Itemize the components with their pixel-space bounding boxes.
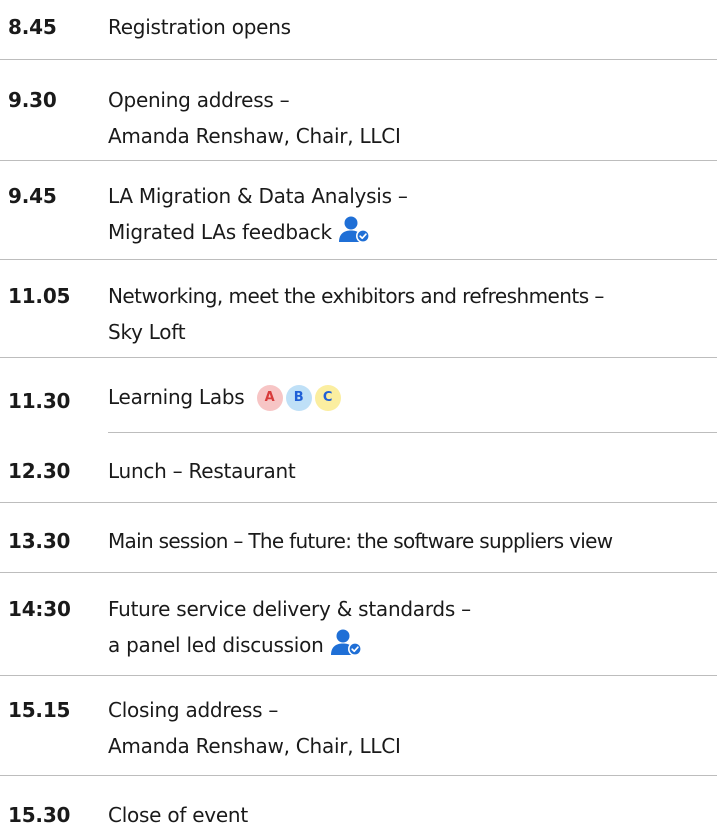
divider	[0, 357, 717, 358]
agenda-line: Learning Labs	[108, 385, 245, 409]
agenda-time: 9.30	[8, 88, 57, 112]
divider	[0, 160, 717, 161]
agenda-time: 11.30	[8, 389, 71, 413]
divider	[0, 775, 717, 776]
agenda-time: 13.30	[8, 529, 71, 553]
agenda-description: Closing address – Amanda Renshaw, Chair,…	[108, 692, 401, 764]
agenda-line: Amanda Renshaw, Chair, LLCI	[108, 124, 401, 148]
divider	[108, 432, 717, 433]
agenda-line: LA Migration & Data Analysis –	[108, 184, 408, 208]
agenda-line: Opening address –	[108, 88, 290, 112]
agenda-line-with-badges: Learning Labs ABC	[108, 379, 341, 415]
agenda-time: 15.30	[8, 803, 71, 827]
agenda-line: Main session – The future: the software …	[108, 529, 613, 553]
event-agenda: 8.45 Registration opens 9.30 Opening add…	[0, 0, 717, 827]
divider	[0, 675, 717, 676]
agenda-line: Close of event	[108, 803, 248, 827]
learning-lab-badge-c: C	[314, 385, 341, 411]
agenda-line: a panel led discussion	[108, 633, 324, 657]
divider	[0, 259, 717, 260]
agenda-line: Amanda Renshaw, Chair, LLCI	[108, 734, 401, 758]
divider	[0, 572, 717, 573]
agenda-line: Closing address –	[108, 698, 279, 722]
agenda-line: Lunch – Restaurant	[108, 459, 296, 483]
agenda-line: Networking, meet the exhibitors and refr…	[108, 284, 604, 308]
agenda-description: Close of event	[108, 797, 248, 833]
agenda-description: Opening address – Amanda Renshaw, Chair,…	[108, 82, 401, 154]
agenda-time: 15.15	[8, 698, 71, 722]
agenda-line-with-icon: a panel led discussion	[108, 627, 471, 663]
person-verified-icon	[330, 629, 362, 656]
divider	[0, 59, 717, 60]
agenda-line: Migrated LAs feedback	[108, 220, 332, 244]
agenda-description: Registration opens	[108, 9, 291, 45]
agenda-description: Learning Labs ABC	[108, 379, 341, 415]
agenda-time: 11.05	[8, 284, 71, 308]
agenda-time: 8.45	[8, 15, 57, 39]
agenda-description: Lunch – Restaurant	[108, 453, 296, 489]
agenda-line: Future service delivery & standards –	[108, 597, 471, 621]
agenda-line: Sky Loft	[108, 320, 186, 344]
agenda-description: Main session – The future: the software …	[108, 523, 613, 559]
learning-lab-badge-a: A	[256, 385, 283, 411]
learning-lab-badge-b: B	[285, 385, 312, 411]
agenda-line: Registration opens	[108, 15, 291, 39]
agenda-description: Future service delivery & standards – a …	[108, 591, 471, 663]
agenda-time: 9.45	[8, 184, 57, 208]
agenda-description: LA Migration & Data Analysis – Migrated …	[108, 178, 408, 250]
divider	[0, 502, 717, 503]
agenda-description: Networking, meet the exhibitors and refr…	[108, 278, 604, 350]
agenda-line-with-icon: Migrated LAs feedback	[108, 214, 408, 250]
person-verified-icon	[338, 216, 370, 243]
agenda-time: 12.30	[8, 459, 71, 483]
agenda-time: 14:30	[8, 597, 71, 621]
